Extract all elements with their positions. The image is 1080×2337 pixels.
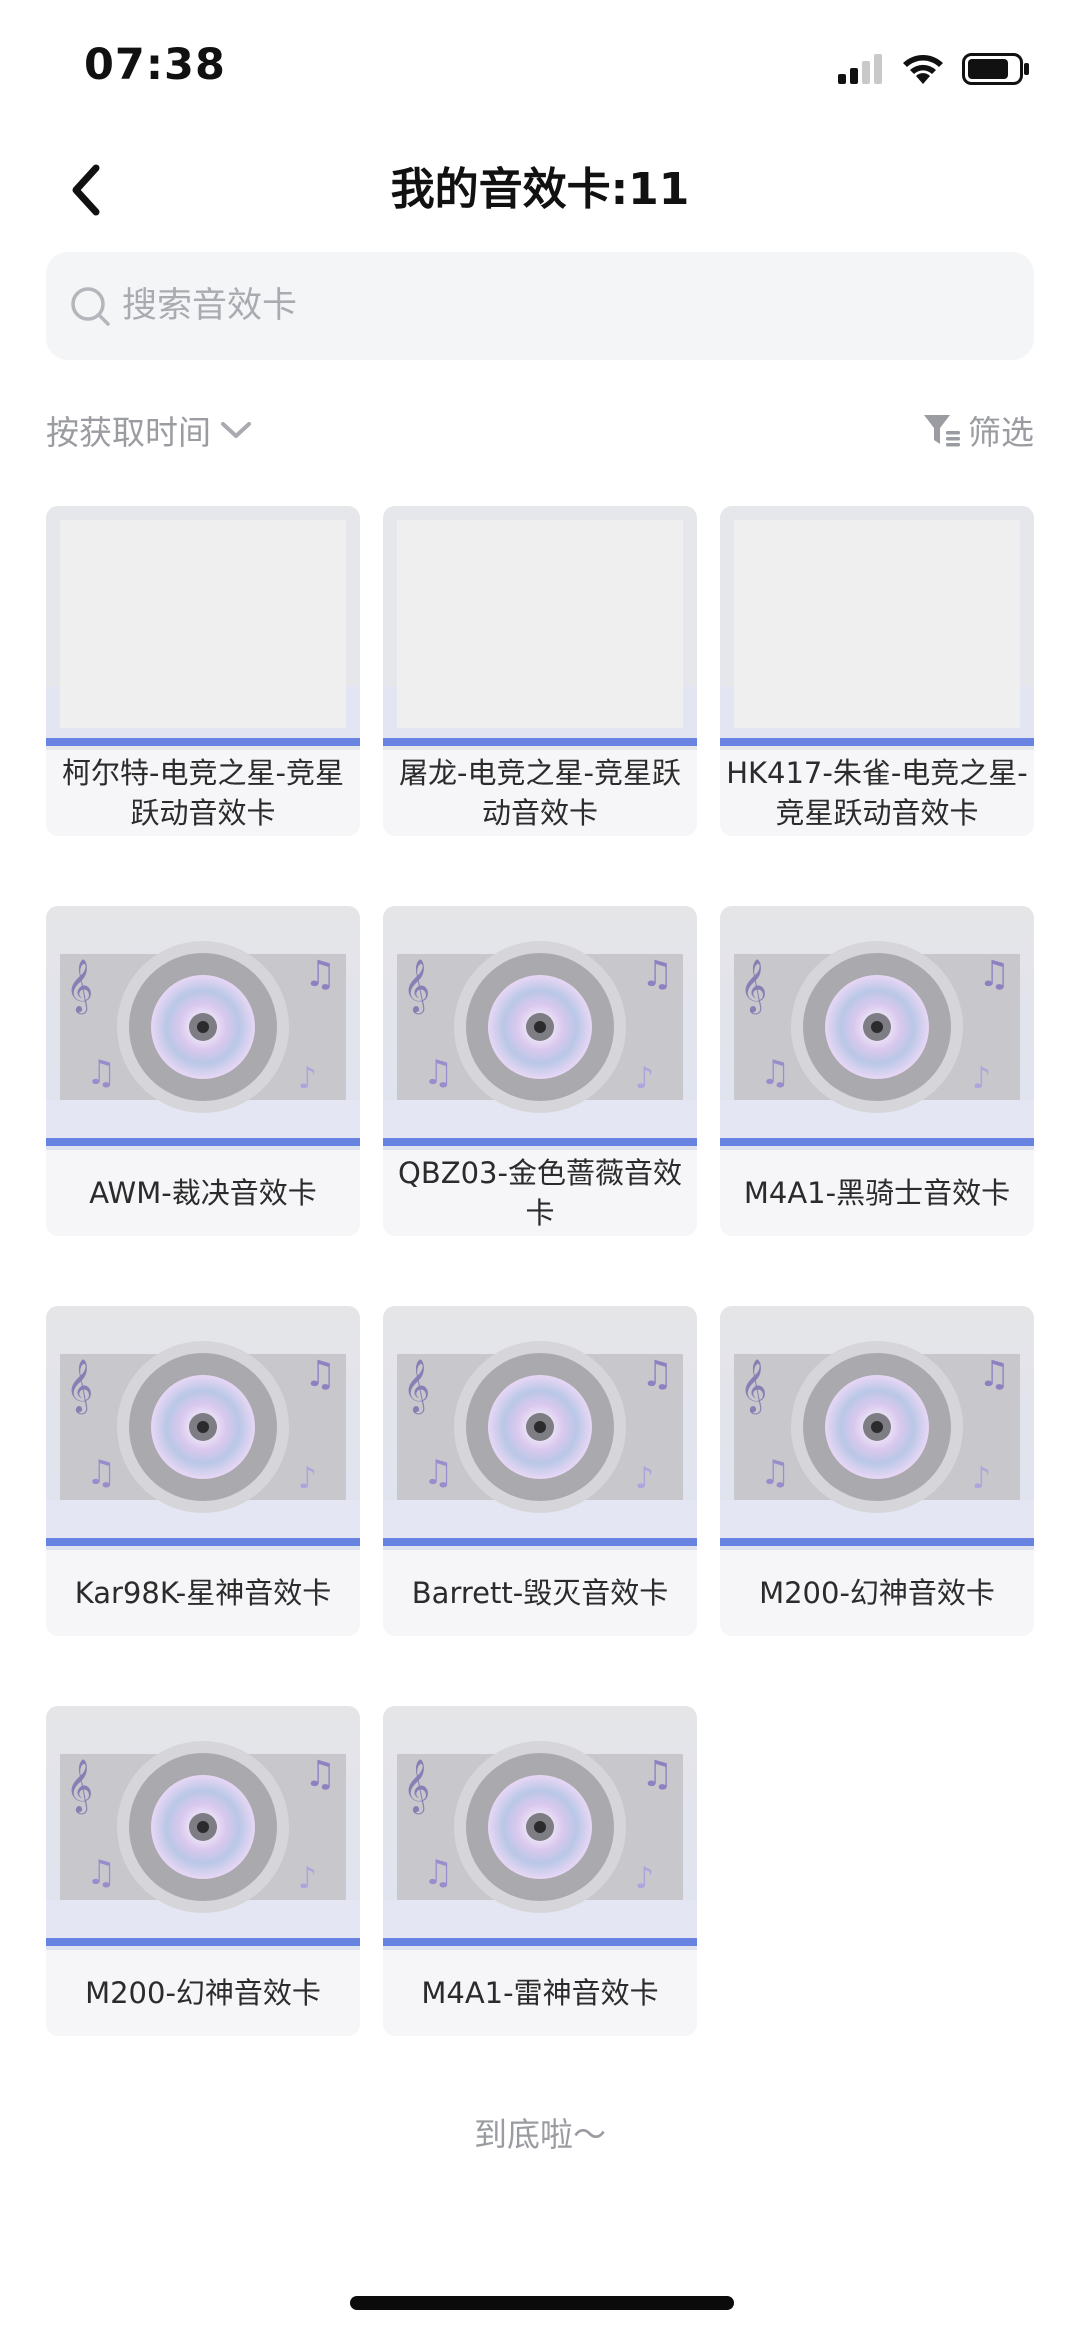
svg-text:𝄞: 𝄞 — [740, 958, 767, 1014]
svg-text:♫: ♫ — [304, 1354, 336, 1395]
card-name: 柯尔特-电竞之星-竞星跃动音效卡 — [62, 756, 344, 830]
svg-text:♫: ♫ — [304, 1754, 336, 1795]
card-thumbnail — [720, 506, 1034, 750]
sound-card[interactable]: 𝄞 ♫ ♫ ♪ M200-幻神音效卡 — [46, 1706, 360, 2036]
svg-text:♪: ♪ — [298, 1061, 317, 1096]
card-name: 屠龙-电竞之星-竞星跃动音效卡 — [399, 756, 681, 830]
svg-text:♪: ♪ — [635, 1061, 654, 1096]
sound-card-grid: 柯尔特-电竞之星-竞星跃动音效卡 屠龙-电竞之星-竞星跃动音效卡 HK417-朱… — [46, 506, 1034, 2036]
svg-text:𝄞: 𝄞 — [66, 1758, 93, 1814]
svg-text:♪: ♪ — [972, 1061, 991, 1096]
card-name: M4A1-黑骑士音效卡 — [743, 1176, 1011, 1210]
sort-dropdown[interactable]: 按获取时间 — [46, 400, 253, 460]
card-name: Kar98K-星神音效卡 — [74, 1576, 332, 1610]
sort-label: 按获取时间 — [46, 413, 211, 452]
card-name: M200-幻神音效卡 — [85, 1976, 321, 2010]
page-title: 我的音效卡:11 — [390, 164, 690, 215]
card-name: AWM-裁决音效卡 — [89, 1176, 317, 1210]
svg-text:𝄞: 𝄞 — [66, 958, 93, 1014]
svg-text:♫: ♫ — [641, 1754, 673, 1795]
signal-icon — [838, 54, 882, 84]
sound-card[interactable]: 𝄞 ♫ ♫ ♪ Kar98K-星神音效卡 — [46, 1306, 360, 1636]
svg-text:♫: ♫ — [760, 1453, 790, 1493]
search-icon — [68, 284, 112, 328]
cd-disc-icon: 𝄞 ♫ ♫ ♪ — [46, 1706, 360, 1950]
card-name: Barrett-毁灭音效卡 — [411, 1576, 669, 1610]
sort-filter-bar: 按获取时间 筛选 — [46, 400, 1034, 460]
cd-disc-icon: 𝄞 ♫ ♫ ♪ — [46, 1306, 360, 1550]
svg-text:♫: ♫ — [423, 1453, 453, 1493]
cd-disc-icon: 𝄞 ♫ ♫ ♪ — [720, 906, 1034, 1150]
search-box[interactable] — [46, 252, 1034, 360]
cd-disc-icon: 𝄞 ♫ ♫ ♪ — [383, 1706, 697, 1950]
sound-card[interactable]: 𝄞 ♫ ♫ ♪ AWM-裁决音效卡 — [46, 906, 360, 1236]
sound-card[interactable]: 𝄞 ♫ ♫ ♪ M200-幻神音效卡 — [720, 1306, 1034, 1636]
cd-disc-icon: 𝄞 ♫ ♫ ♪ — [720, 1306, 1034, 1550]
svg-text:♫: ♫ — [304, 954, 336, 995]
placeholder-thumbnail — [46, 506, 360, 750]
card-thumbnail — [46, 506, 360, 750]
svg-text:♫: ♫ — [978, 1354, 1010, 1395]
sound-card[interactable]: 𝄞 ♫ ♫ ♪ QBZ03-金色蔷薇音效卡 — [383, 906, 697, 1236]
chevron-down-icon — [221, 422, 251, 438]
sound-card[interactable]: 𝄞 ♫ ♫ ♪ M4A1-黑骑士音效卡 — [720, 906, 1034, 1236]
filter-button[interactable]: 筛选 — [922, 400, 1034, 460]
card-name: HK417-朱雀-电竞之星-竞星跃动音效卡 — [726, 756, 1028, 830]
placeholder-thumbnail — [383, 506, 697, 750]
cd-disc-icon: 𝄞 ♫ ♫ ♪ — [46, 906, 360, 1150]
status-bar: 07:38 — [0, 0, 1080, 130]
svg-text:♫: ♫ — [86, 1853, 116, 1893]
search-input[interactable] — [120, 285, 1004, 327]
card-thumbnail: 𝄞 ♫ ♫ ♪ — [46, 906, 360, 1150]
svg-text:𝄞: 𝄞 — [740, 1358, 767, 1414]
card-name: QBZ03-金色蔷薇音效卡 — [398, 1156, 682, 1230]
home-indicator — [350, 2296, 734, 2310]
svg-text:♫: ♫ — [641, 954, 673, 995]
wifi-icon — [903, 55, 943, 84]
svg-text:♫: ♫ — [641, 1354, 673, 1395]
svg-text:♪: ♪ — [298, 1461, 317, 1496]
sound-card[interactable]: 𝄞 ♫ ♫ ♪ Barrett-毁灭音效卡 — [383, 1306, 697, 1636]
card-name: M200-幻神音效卡 — [759, 1576, 995, 1610]
svg-text:𝄞: 𝄞 — [403, 1358, 430, 1414]
card-thumbnail: 𝄞 ♫ ♫ ♪ — [46, 1306, 360, 1550]
filter-label: 筛选 — [968, 413, 1034, 452]
placeholder-thumbnail — [720, 506, 1034, 750]
svg-text:𝄞: 𝄞 — [403, 1758, 430, 1814]
sound-card[interactable]: 屠龙-电竞之星-竞星跃动音效卡 — [383, 506, 697, 836]
card-name: M4A1-雷神音效卡 — [421, 1976, 659, 2010]
battery-icon — [962, 53, 1029, 85]
svg-text:𝄞: 𝄞 — [403, 958, 430, 1014]
svg-text:♫: ♫ — [423, 1053, 453, 1093]
sound-card[interactable]: 柯尔特-电竞之星-竞星跃动音效卡 — [46, 506, 360, 836]
card-thumbnail: 𝄞 ♫ ♫ ♪ — [383, 906, 697, 1150]
svg-text:♪: ♪ — [298, 1861, 317, 1896]
filter-icon — [924, 415, 960, 447]
end-of-list-text: 到底啦～ — [474, 2115, 606, 2154]
card-thumbnail: 𝄞 ♫ ♫ ♪ — [383, 1306, 697, 1550]
header: 我的音效卡:11 — [0, 150, 1080, 230]
card-thumbnail: 𝄞 ♫ ♫ ♪ — [720, 906, 1034, 1150]
cd-disc-icon: 𝄞 ♫ ♫ ♪ — [383, 1306, 697, 1550]
svg-text:𝄞: 𝄞 — [66, 1358, 93, 1414]
svg-text:♪: ♪ — [972, 1461, 991, 1496]
svg-text:♫: ♫ — [760, 1053, 790, 1093]
card-thumbnail: 𝄞 ♫ ♫ ♪ — [720, 1306, 1034, 1550]
svg-text:♫: ♫ — [86, 1453, 116, 1493]
card-thumbnail: 𝄞 ♫ ♫ ♪ — [383, 1706, 697, 1950]
svg-text:♪: ♪ — [635, 1861, 654, 1896]
cd-disc-icon: 𝄞 ♫ ♫ ♪ — [383, 906, 697, 1150]
sound-card[interactable]: 𝄞 ♫ ♫ ♪ M4A1-雷神音效卡 — [383, 1706, 697, 2036]
card-thumbnail: 𝄞 ♫ ♫ ♪ — [46, 1706, 360, 1950]
svg-text:♫: ♫ — [978, 954, 1010, 995]
sound-card[interactable]: HK417-朱雀-电竞之星-竞星跃动音效卡 — [720, 506, 1034, 836]
status-icons — [838, 50, 1030, 88]
svg-text:♫: ♫ — [423, 1853, 453, 1893]
svg-text:♫: ♫ — [86, 1053, 116, 1093]
status-time: 07:38 — [84, 40, 226, 90]
card-thumbnail — [383, 506, 697, 750]
svg-text:♪: ♪ — [635, 1461, 654, 1496]
